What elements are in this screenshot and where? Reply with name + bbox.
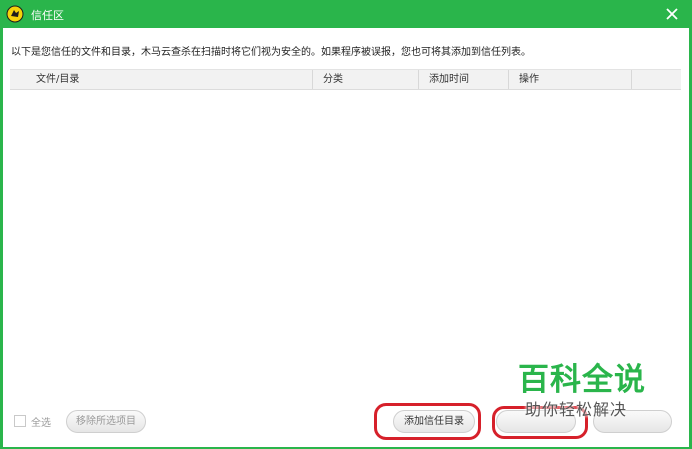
column-header-category[interactable]: 分类 [323, 70, 343, 89]
window-title: 信任区 [31, 9, 64, 22]
column-divider [508, 70, 509, 89]
trojan-horse-logo-icon [6, 5, 24, 23]
column-header-action[interactable]: 操作 [519, 70, 539, 89]
watermark: 百科全说 助你轻松解决 [496, 352, 666, 432]
close-icon [666, 8, 678, 20]
trust-table-body [10, 90, 681, 390]
title-bar: 信任区 [0, 0, 692, 28]
select-all-checkbox[interactable] [14, 415, 26, 427]
highlight-circle [374, 403, 481, 440]
watermark-subtitle: 助你轻松解决 [525, 400, 628, 419]
close-button[interactable] [660, 3, 684, 25]
column-header-added-time[interactable]: 添加时间 [429, 70, 469, 89]
column-divider [312, 70, 313, 89]
select-all-label: 全选 [31, 418, 51, 429]
window-frame-left [0, 28, 3, 449]
intro-text: 以下是您信任的文件和目录，木马云查杀在扫描时将它们视为安全的。如果程序被误报，您… [11, 47, 531, 58]
remove-selected-button[interactable]: 移除所选项目 [66, 410, 146, 433]
trust-table-header: 文件/目录 分类 添加时间 操作 [10, 69, 681, 90]
column-divider [418, 70, 419, 89]
column-divider [631, 70, 632, 89]
watermark-title: 百科全说 [518, 362, 646, 398]
column-header-file-dir[interactable]: 文件/目录 [36, 70, 79, 89]
